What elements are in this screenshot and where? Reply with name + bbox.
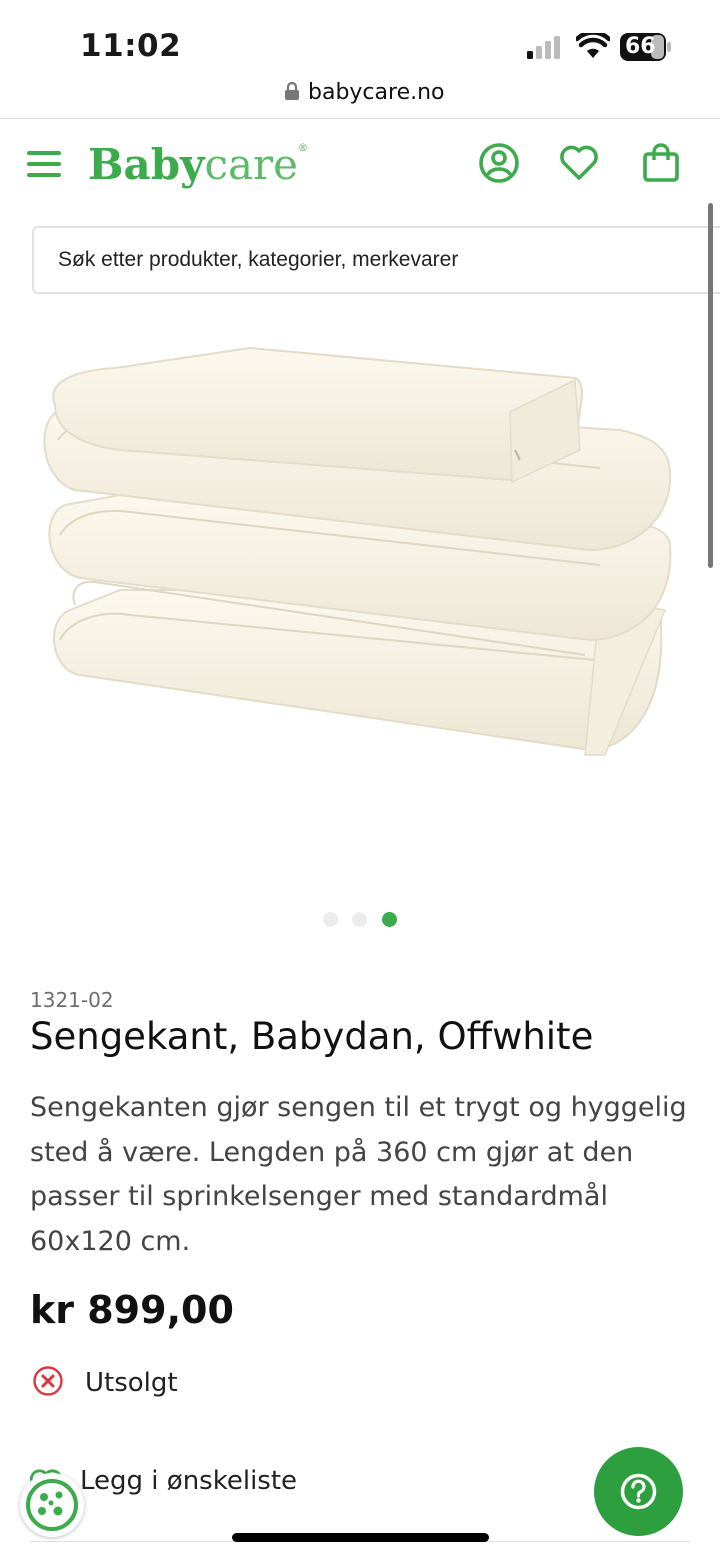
product-description: Sengekanten gjør sengen til et trygt og …: [30, 1092, 687, 1257]
shopping-bag-icon[interactable]: [640, 142, 682, 184]
gallery-dot-3[interactable]: [382, 912, 397, 927]
product-title: Sengekant, Babydan, Offwhite: [30, 1015, 594, 1058]
battery-level: 66: [625, 34, 656, 59]
battery-icon: 66: [620, 33, 671, 61]
question-circle-icon: [620, 1473, 657, 1510]
product-image: [43, 346, 672, 756]
status-time: 11:02: [80, 28, 182, 64]
gallery-dot-1[interactable]: [323, 912, 338, 927]
logo-light-part: care: [204, 140, 298, 189]
status-bar: 11:02 66: [0, 0, 720, 70]
logo-bold-part: Baby: [88, 140, 205, 189]
help-button[interactable]: [594, 1447, 683, 1536]
search-input[interactable]: [56, 247, 700, 273]
stock-status: Utsolgt: [85, 1368, 178, 1398]
search-box[interactable]: [32, 226, 720, 294]
x-circle-icon: [33, 1366, 63, 1396]
product-image-gallery[interactable]: [0, 310, 720, 900]
product-sku: 1321-02: [30, 988, 114, 1012]
logo-registered-mark: ®: [297, 143, 308, 154]
product-price: kr 899,00: [30, 1288, 234, 1332]
wifi-icon: [576, 33, 610, 58]
gallery-dot-2[interactable]: [352, 912, 367, 927]
home-indicator[interactable]: [232, 1533, 489, 1542]
babycare-logo[interactable]: Babycare®: [88, 140, 308, 189]
hamburger-icon[interactable]: [27, 151, 61, 177]
cookie-icon: [26, 1479, 78, 1531]
site-header: Babycare®: [0, 120, 720, 210]
browser-url-bar[interactable]: babycare.no: [0, 70, 720, 119]
user-circle-icon[interactable]: [478, 142, 520, 184]
gallery-pagination: [0, 911, 720, 929]
browser-url[interactable]: babycare.no: [308, 80, 445, 105]
add-to-wishlist-link[interactable]: Legg i ønskeliste: [80, 1466, 297, 1496]
cookie-settings-button[interactable]: [20, 1473, 84, 1537]
lock-icon: [285, 82, 299, 100]
cellular-signal-icon: [527, 36, 560, 59]
heart-icon[interactable]: [558, 142, 600, 184]
